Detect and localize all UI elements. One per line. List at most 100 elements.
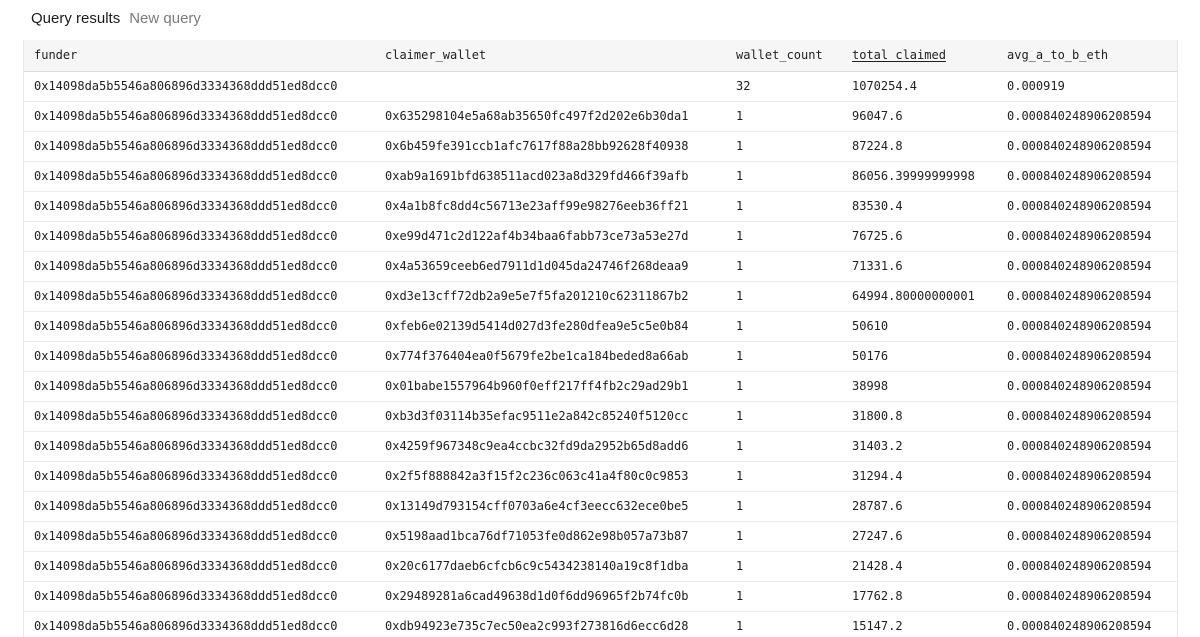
table-row[interactable]: 0x14098da5b5546a806896d3334368ddd51ed8dc… (24, 611, 1177, 637)
column-header-label: wallet_count (736, 48, 823, 63)
cell-avg-a-to-b-eth: 0.000840248906208594 (997, 371, 1177, 402)
cell-funder: 0x14098da5b5546a806896d3334368ddd51ed8dc… (24, 491, 375, 522)
table-row[interactable]: 0x14098da5b5546a806896d3334368ddd51ed8dc… (24, 161, 1177, 192)
cell-funder: 0x14098da5b5546a806896d3334368ddd51ed8dc… (24, 161, 375, 192)
column-header-funder[interactable]: funder (24, 40, 375, 72)
cell-claimer-wallet: 0x2f5f888842a3f15f2c236c063c41a4f80c0c98… (375, 461, 726, 492)
cell-wallet-count: 1 (726, 581, 842, 612)
cell-wallet-count: 32 (726, 71, 842, 102)
cell-wallet-count: 1 (726, 491, 842, 522)
table-row[interactable]: 0x14098da5b5546a806896d3334368ddd51ed8dc… (24, 131, 1177, 162)
cell-claimer-wallet: 0x6b459fe391ccb1afc7617f88a28bb92628f409… (375, 131, 726, 162)
cell-avg-a-to-b-eth: 0.000840248906208594 (997, 551, 1177, 582)
cell-total-claimed: 83530.4 (842, 191, 997, 222)
cell-claimer-wallet: 0xab9a1691bfd638511acd023a8d329fd466f39a… (375, 161, 726, 192)
cell-wallet-count: 1 (726, 191, 842, 222)
cell-avg-a-to-b-eth: 0.000919 (997, 71, 1177, 102)
table-row[interactable]: 0x14098da5b5546a806896d3334368ddd51ed8dc… (24, 401, 1177, 432)
cell-total-claimed: 87224.8 (842, 131, 997, 162)
cell-total-claimed: 31800.8 (842, 401, 997, 432)
cell-funder: 0x14098da5b5546a806896d3334368ddd51ed8dc… (24, 251, 375, 282)
cell-wallet-count: 1 (726, 311, 842, 342)
cell-total-claimed: 31294.4 (842, 461, 997, 492)
column-header-wallet-count[interactable]: wallet_count (726, 40, 842, 72)
cell-total-claimed: 27247.6 (842, 521, 997, 552)
cell-funder: 0x14098da5b5546a806896d3334368ddd51ed8dc… (24, 101, 375, 132)
table-row[interactable]: 0x14098da5b5546a806896d3334368ddd51ed8dc… (24, 71, 1177, 102)
cell-claimer-wallet: 0x635298104e5a68ab35650fc497f2d202e6b30d… (375, 101, 726, 132)
tab-new-query[interactable]: New query (129, 10, 201, 27)
cell-claimer-wallet: 0x5198aad1bca76df71053fe0d862e98b057a73b… (375, 521, 726, 552)
cell-claimer-wallet: 0xfeb6e02139d5414d027d3fe280dfea9e5c5e0b… (375, 311, 726, 342)
cell-claimer-wallet: 0x4a53659ceeb6ed7911d1d045da24746f268dea… (375, 251, 726, 282)
cell-wallet-count: 1 (726, 341, 842, 372)
table-row[interactable]: 0x14098da5b5546a806896d3334368ddd51ed8dc… (24, 521, 1177, 552)
table-row[interactable]: 0x14098da5b5546a806896d3334368ddd51ed8dc… (24, 311, 1177, 342)
cell-funder: 0x14098da5b5546a806896d3334368ddd51ed8dc… (24, 401, 375, 432)
column-header-label: avg_a_to_b_eth (1007, 48, 1109, 63)
cell-total-claimed: 64994.80000000001 (842, 281, 997, 312)
cell-funder: 0x14098da5b5546a806896d3334368ddd51ed8dc… (24, 461, 375, 492)
table-row[interactable]: 0x14098da5b5546a806896d3334368ddd51ed8dc… (24, 101, 1177, 132)
column-header-claimer-wallet[interactable]: claimer_wallet (375, 40, 726, 72)
cell-wallet-count: 1 (726, 461, 842, 492)
cell-wallet-count: 1 (726, 431, 842, 462)
cell-avg-a-to-b-eth: 0.000840248906208594 (997, 611, 1177, 637)
cell-wallet-count: 1 (726, 131, 842, 162)
cell-claimer-wallet: 0xe99d471c2d122af4b34baa6fabb73ce73a53e2… (375, 221, 726, 252)
cell-wallet-count: 1 (726, 521, 842, 552)
column-header-label: total_claimed (852, 48, 946, 63)
cell-funder: 0x14098da5b5546a806896d3334368ddd51ed8dc… (24, 71, 375, 102)
cell-total-claimed: 28787.6 (842, 491, 997, 522)
cell-funder: 0x14098da5b5546a806896d3334368ddd51ed8dc… (24, 581, 375, 612)
cell-wallet-count: 1 (726, 161, 842, 192)
cell-avg-a-to-b-eth: 0.000840248906208594 (997, 491, 1177, 522)
cell-total-claimed: 15147.2 (842, 611, 997, 637)
cell-wallet-count: 1 (726, 281, 842, 312)
cell-total-claimed: 50610 (842, 311, 997, 342)
cell-total-claimed: 1070254.4 (842, 71, 997, 102)
results-table-container[interactable]: funder claimer_wallet wallet_count total… (23, 40, 1178, 637)
column-header-total-claimed[interactable]: total_claimed (842, 40, 997, 72)
cell-total-claimed: 86056.39999999998 (842, 161, 997, 192)
cell-funder: 0x14098da5b5546a806896d3334368ddd51ed8dc… (24, 431, 375, 462)
cell-wallet-count: 1 (726, 251, 842, 282)
cell-wallet-count: 1 (726, 371, 842, 402)
table-row[interactable]: 0x14098da5b5546a806896d3334368ddd51ed8dc… (24, 461, 1177, 492)
cell-avg-a-to-b-eth: 0.000840248906208594 (997, 281, 1177, 312)
table-row[interactable]: 0x14098da5b5546a806896d3334368ddd51ed8dc… (24, 371, 1177, 402)
cell-avg-a-to-b-eth: 0.000840248906208594 (997, 431, 1177, 462)
table-row[interactable]: 0x14098da5b5546a806896d3334368ddd51ed8dc… (24, 191, 1177, 222)
table-row[interactable]: 0x14098da5b5546a806896d3334368ddd51ed8dc… (24, 341, 1177, 372)
table-row[interactable]: 0x14098da5b5546a806896d3334368ddd51ed8dc… (24, 221, 1177, 252)
cell-avg-a-to-b-eth: 0.000840248906208594 (997, 341, 1177, 372)
table-row[interactable]: 0x14098da5b5546a806896d3334368ddd51ed8dc… (24, 251, 1177, 282)
cell-claimer-wallet: 0xd3e13cff72db2a9e5e7f5fa201210c62311867… (375, 281, 726, 312)
cell-wallet-count: 1 (726, 611, 842, 637)
table-row[interactable]: 0x14098da5b5546a806896d3334368ddd51ed8dc… (24, 551, 1177, 582)
tab-query-results[interactable]: Query results (31, 10, 120, 27)
cell-avg-a-to-b-eth: 0.000840248906208594 (997, 401, 1177, 432)
table-row[interactable]: 0x14098da5b5546a806896d3334368ddd51ed8dc… (24, 491, 1177, 522)
cell-avg-a-to-b-eth: 0.000840248906208594 (997, 311, 1177, 342)
cell-total-claimed: 17762.8 (842, 581, 997, 612)
cell-total-claimed: 76725.6 (842, 221, 997, 252)
cell-claimer-wallet: 0x4259f967348c9ea4ccbc32fd9da2952b65d8ad… (375, 431, 726, 462)
cell-funder: 0x14098da5b5546a806896d3334368ddd51ed8dc… (24, 191, 375, 222)
table-row[interactable]: 0x14098da5b5546a806896d3334368ddd51ed8dc… (24, 431, 1177, 462)
cell-claimer-wallet: 0x13149d793154cff0703a6e4cf3eecc632ece0b… (375, 491, 726, 522)
results-table: funder claimer_wallet wallet_count total… (24, 40, 1177, 637)
cell-total-claimed: 38998 (842, 371, 997, 402)
cell-avg-a-to-b-eth: 0.000840248906208594 (997, 191, 1177, 222)
cell-total-claimed: 50176 (842, 341, 997, 372)
column-header-avg-a-to-b-eth[interactable]: avg_a_to_b_eth (997, 40, 1177, 72)
cell-avg-a-to-b-eth: 0.000840248906208594 (997, 221, 1177, 252)
cell-claimer-wallet: 0xb3d3f03114b35efac9511e2a842c85240f5120… (375, 401, 726, 432)
cell-funder: 0x14098da5b5546a806896d3334368ddd51ed8dc… (24, 311, 375, 342)
table-row[interactable]: 0x14098da5b5546a806896d3334368ddd51ed8dc… (24, 581, 1177, 612)
cell-funder: 0x14098da5b5546a806896d3334368ddd51ed8dc… (24, 131, 375, 162)
cell-claimer-wallet: 0x01babe1557964b960f0eff217ff4fb2c29ad29… (375, 371, 726, 402)
cell-avg-a-to-b-eth: 0.000840248906208594 (997, 581, 1177, 612)
cell-funder: 0x14098da5b5546a806896d3334368ddd51ed8dc… (24, 341, 375, 372)
table-row[interactable]: 0x14098da5b5546a806896d3334368ddd51ed8dc… (24, 281, 1177, 312)
